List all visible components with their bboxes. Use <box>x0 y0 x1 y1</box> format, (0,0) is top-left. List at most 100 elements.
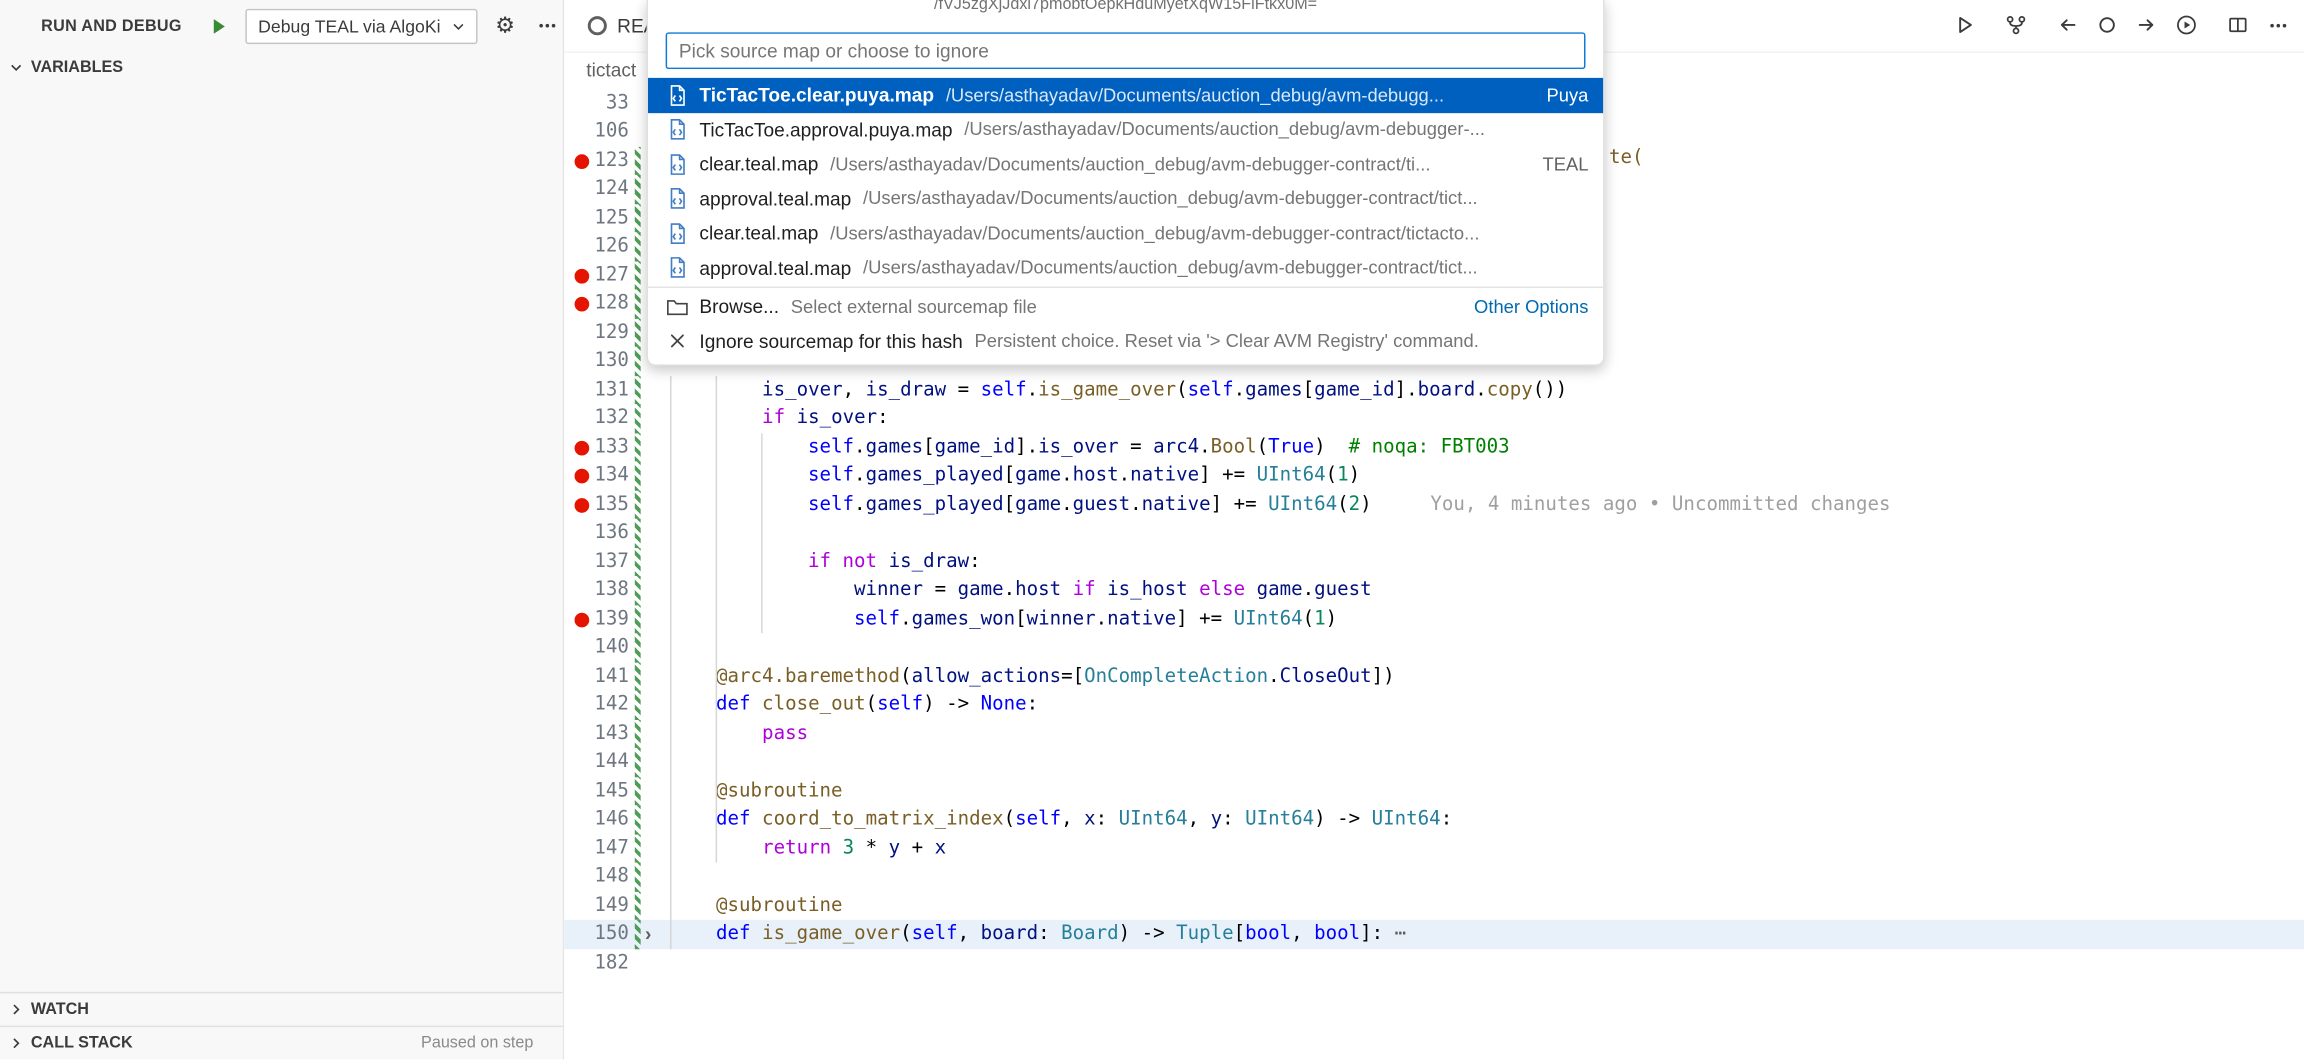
item-description: Persistent choice. Reset via '> Clear AV… <box>975 331 1479 352</box>
other-options-link[interactable]: Other Options <box>1456 296 1588 317</box>
line-number: 139 <box>564 605 629 634</box>
code-line[interactable]: 144 <box>564 748 2304 777</box>
quickpick-separator <box>648 287 1603 288</box>
code-line[interactable]: 142 def close_out(self) -> None: <box>564 691 2304 720</box>
git-added-gutter <box>635 175 641 204</box>
line-number: 33 <box>564 89 629 118</box>
code-line[interactable]: 147 return 3 * y + x <box>564 834 2304 863</box>
launch-config-label: Debug TEAL via AlgoKi <box>258 15 440 36</box>
chevron-down-icon <box>7 59 25 77</box>
watch-section-header[interactable]: WATCH <box>0 992 563 1026</box>
code-line[interactable]: 148 <box>564 863 2304 892</box>
watch-label: WATCH <box>31 1001 89 1019</box>
line-number: 145 <box>564 777 629 806</box>
variables-section-header[interactable]: VARIABLES <box>0 51 563 83</box>
quickpick-item-sourcemap[interactable]: approval.teal.map /Users/asthayadav/Docu… <box>648 251 1603 286</box>
line-number: 133 <box>564 433 629 462</box>
code-line[interactable]: 143 pass <box>564 719 2304 748</box>
quickpick-item-sourcemap[interactable]: clear.teal.map /Users/asthayadav/Documen… <box>648 147 1603 182</box>
git-added-gutter <box>635 490 641 519</box>
step-forward-icon[interactable] <box>2135 13 2159 37</box>
breadcrumb-file: tictact <box>586 58 636 80</box>
line-number: 129 <box>564 318 629 347</box>
quickpick-title: /fVJ5zgXjJdxi7pmobtOepkHduMyetXqW15FiFtk… <box>648 0 1603 29</box>
continue-icon[interactable] <box>1953 13 1977 37</box>
chevron-right-icon <box>7 1034 25 1052</box>
file-code-icon <box>666 83 690 107</box>
git-added-gutter <box>635 547 641 576</box>
line-number: 124 <box>564 175 629 204</box>
sidebar-titlebar: RUN AND DEBUG Debug TEAL via AlgoKi ⚙ <box>0 0 563 51</box>
code-text: self.games_played[game.host.native] += U… <box>670 461 1360 490</box>
code-line[interactable]: 150› def is_game_over(self, board: Board… <box>564 920 2304 949</box>
code-text: winner = game.host if is_host else game.… <box>670 576 1372 605</box>
run-circle-icon[interactable] <box>2175 13 2199 37</box>
line-number: 130 <box>564 347 629 376</box>
line-number: 142 <box>564 691 629 720</box>
code-line[interactable]: 135 self.games_played[game.guest.native]… <box>564 490 2304 519</box>
more-actions-icon[interactable] <box>2266 13 2290 37</box>
modified-dot-icon <box>588 16 607 35</box>
line-number: 136 <box>564 519 629 548</box>
item-path: /Users/asthayadav/Documents/auction_debu… <box>830 223 1479 244</box>
git-added-gutter <box>635 891 641 920</box>
line-number: 140 <box>564 633 629 662</box>
vscode-window: RUN AND DEBUG Debug TEAL via AlgoKi ⚙ <box>0 0 2304 1060</box>
more-actions-icon[interactable] <box>533 11 562 40</box>
git-added-gutter <box>635 318 641 347</box>
item-label: clear.teal.map <box>699 153 818 175</box>
quickpick-item-ignore[interactable]: Ignore sourcemap for this hash Persisten… <box>648 324 1603 359</box>
line-number: 137 <box>564 547 629 576</box>
line-number: 131 <box>564 375 629 404</box>
code-line[interactable]: 141 @arc4.baremethod(allow_actions=[OnCo… <box>564 662 2304 691</box>
line-number: 126 <box>564 232 629 261</box>
git-added-gutter <box>635 347 641 376</box>
code-text: if is_over: <box>670 404 889 433</box>
start-debugging-button[interactable] <box>202 11 231 40</box>
step-back-icon[interactable] <box>2056 13 2080 37</box>
fold-chevron-icon[interactable]: › <box>645 920 651 949</box>
record-icon[interactable] <box>2095 13 2119 37</box>
code-line[interactable]: 132 if is_over: <box>564 404 2304 433</box>
code-line[interactable]: 146 def coord_to_matrix_index(self, x: U… <box>564 805 2304 834</box>
code-line[interactable]: 140 <box>564 633 2304 662</box>
git-added-gutter <box>635 662 641 691</box>
quickpick-item-sourcemap[interactable]: clear.teal.map /Users/asthayadav/Documen… <box>648 216 1603 251</box>
code-line[interactable]: 139 self.games_won[winner.native] += UIn… <box>564 605 2304 634</box>
quickpick-item-sourcemap[interactable]: TicTacToe.approval.puya.map /Users/astha… <box>648 112 1603 147</box>
quickpick-item-browse[interactable]: Browse... Select external sourcemap file… <box>648 289 1603 324</box>
quickpick-input[interactable] <box>666 32 1586 69</box>
item-label: approval.teal.map <box>699 188 851 210</box>
variables-label: VARIABLES <box>31 59 123 77</box>
code-line[interactable]: 138 winner = game.host if is_host else g… <box>564 576 2304 605</box>
code-line[interactable]: 182 <box>564 948 2304 977</box>
line-number: 143 <box>564 719 629 748</box>
split-editor-icon[interactable] <box>2226 13 2250 37</box>
launch-config-select[interactable]: Debug TEAL via AlgoKi <box>245 8 477 43</box>
sourcemap-hash-text: /fVJ5zgXjJdxi7pmobtOepkHduMyetXqW15FiFtk… <box>648 0 1603 13</box>
code-line[interactable]: 131 is_over, is_draw = self.is_game_over… <box>564 375 2304 404</box>
line-number: 182 <box>564 948 629 977</box>
call-stack-section-header[interactable]: CALL STACK Paused on step <box>0 1026 563 1060</box>
code-line[interactable]: 133 self.games[game_id].is_over = arc4.B… <box>564 433 2304 462</box>
code-line[interactable]: 137 if not is_draw: <box>564 547 2304 576</box>
chevron-down-icon <box>449 17 467 35</box>
close-icon <box>666 330 690 354</box>
item-label: approval.teal.map <box>699 257 851 279</box>
settings-gear-icon[interactable]: ⚙ <box>490 11 519 40</box>
quickpick-item-sourcemap[interactable]: TicTacToe.clear.puya.map /Users/asthayad… <box>648 78 1603 113</box>
debug-launch-toolbar: Debug TEAL via AlgoKi ⚙ <box>202 8 562 43</box>
code-line[interactable]: 149 @subroutine <box>564 891 2304 920</box>
editor-tab-partial[interactable]: REA <box>564 0 656 51</box>
fork-icon[interactable] <box>2004 13 2028 37</box>
code-line[interactable]: 134 self.games_played[game.host.native] … <box>564 461 2304 490</box>
git-added-gutter <box>635 719 641 748</box>
sidebar-bottom-sections: WATCH CALL STACK Paused on step <box>0 992 563 1060</box>
file-code-icon <box>666 256 690 280</box>
quickpick-widget: /fVJ5zgXjJdxi7pmobtOepkHduMyetXqW15FiFtk… <box>647 0 1605 366</box>
quickpick-item-sourcemap[interactable]: approval.teal.map /Users/asthayadav/Docu… <box>648 181 1603 216</box>
git-added-gutter <box>635 404 641 433</box>
paused-status-text: Paused on step <box>421 1034 563 1052</box>
code-line[interactable]: 145 @subroutine <box>564 777 2304 806</box>
code-line[interactable]: 136 <box>564 519 2304 548</box>
